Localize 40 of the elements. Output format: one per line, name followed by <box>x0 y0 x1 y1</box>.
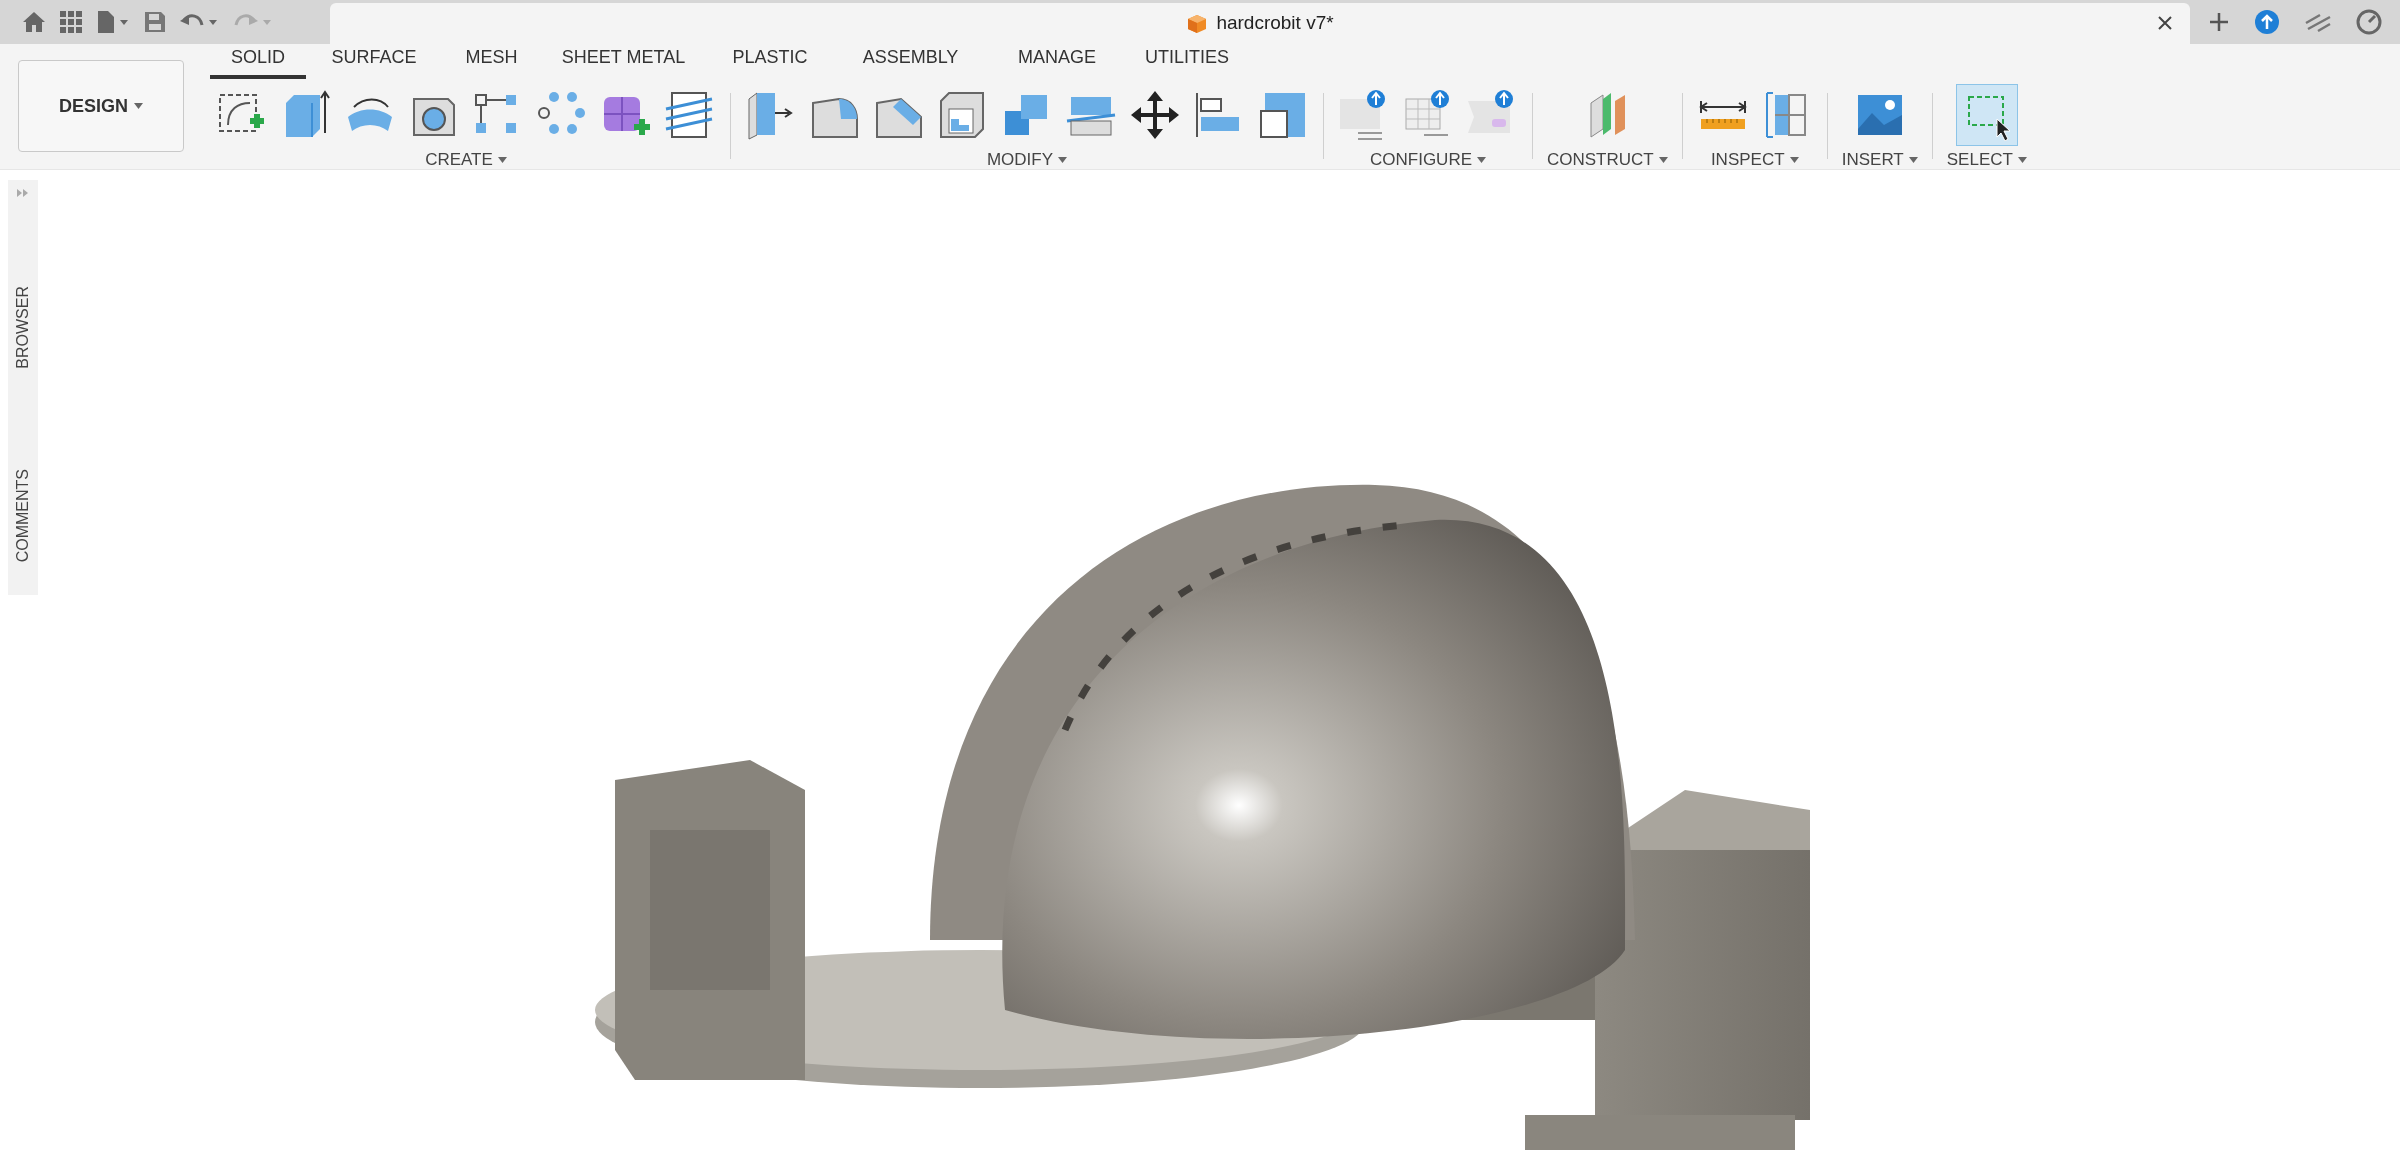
ribbon-tab[interactable]: ASSEMBLY <box>834 44 987 79</box>
side-panel-tab[interactable]: BROWSER <box>11 286 35 369</box>
save-icon[interactable] <box>144 11 166 33</box>
ribbon-tab[interactable]: SHEET METAL <box>541 44 706 79</box>
move-icon[interactable] <box>1129 89 1181 141</box>
group-dropdown[interactable]: INSPECT <box>1710 147 1799 173</box>
caret-icon <box>1789 156 1799 163</box>
clock-icon[interactable] <box>2356 9 2382 35</box>
ribbon-tab[interactable]: SURFACE <box>306 44 442 79</box>
caret-icon <box>134 103 143 109</box>
caret-icon <box>1058 156 1068 163</box>
caret-icon <box>1908 156 1918 163</box>
ribbon-tab[interactable]: SOLID <box>210 44 306 79</box>
caret-icon <box>497 156 507 163</box>
ribbon-tab[interactable]: MESH <box>442 44 541 79</box>
file-icon[interactable] <box>96 11 130 33</box>
select-tool-button[interactable] <box>1955 84 2018 146</box>
group-dropdown[interactable]: CONFIGURE <box>1370 147 1486 173</box>
plus-icon[interactable] <box>2208 11 2230 33</box>
ribbon-tab[interactable]: PLASTIC <box>706 44 834 79</box>
caret-icon <box>1477 156 1486 163</box>
group-dropdown[interactable]: INSERT <box>1841 147 1918 173</box>
group-dropdown[interactable]: MODIFY <box>986 147 1068 173</box>
caret-icon <box>2017 156 2027 163</box>
caret-icon <box>1658 156 1668 163</box>
grid-icon[interactable] <box>60 11 82 33</box>
cube-icon <box>1186 12 1209 35</box>
side-panel-tab[interactable]: COMMENTS <box>11 468 35 562</box>
home-icon[interactable] <box>22 11 46 33</box>
document-title: hardcrobit v7* <box>1216 11 1334 36</box>
workspace-dropdown[interactable]: DESIGN <box>18 60 184 152</box>
group-dropdown[interactable]: CREATE <box>425 147 507 173</box>
document-tab[interactable]: hardcrobit v7* <box>330 3 2190 44</box>
upload-icon[interactable] <box>2254 9 2280 35</box>
close-icon[interactable] <box>2157 15 2173 31</box>
ribbon-tab[interactable]: UTILITIES <box>1127 44 1247 79</box>
group-dropdown[interactable]: CONSTRUCT <box>1547 147 1668 173</box>
group-dropdown[interactable]: SELECT <box>1946 147 2027 173</box>
job-status-icon[interactable] <box>2304 11 2332 33</box>
ribbon-tab[interactable]: MANAGE <box>987 44 1127 79</box>
